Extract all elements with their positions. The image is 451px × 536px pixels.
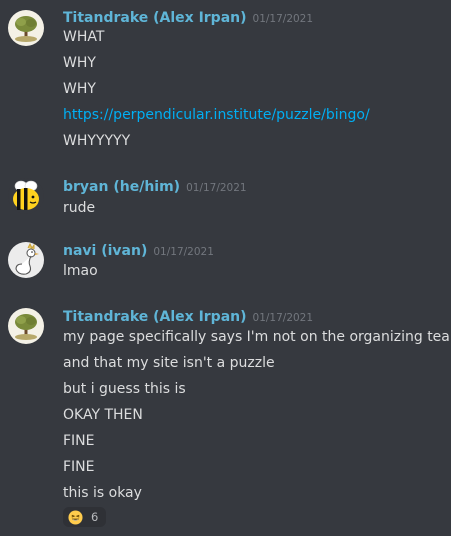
message-text: FINE (63, 433, 95, 449)
username[interactable]: Titandrake (Alex Irpan) (63, 309, 247, 325)
bee-icon (8, 178, 44, 214)
puzzle-link[interactable]: https://perpendicular.institute/puzzle/b… (63, 107, 370, 123)
message-text: and that my site isn't a puzzle (63, 355, 275, 371)
tree-icon (8, 10, 44, 46)
timestamp: 01/17/2021 (186, 182, 247, 194)
message-text: rude (63, 200, 96, 216)
message-group: Titandrake (Alex Irpan) 01/17/2021 WHAT W… (0, 6, 451, 154)
avatar[interactable] (8, 10, 44, 46)
message-group: Titandrake (Alex Irpan) 01/17/2021 my pag… (0, 305, 451, 530)
message-header: bryan (he/him) 01/17/2021 (63, 175, 247, 197)
timestamp: 01/17/2021 (252, 13, 314, 25)
message-group: navi (ivan) 01/17/2021 lmao (0, 239, 451, 287)
message-header: Titandrake (Alex Irpan) 01/17/2021 (63, 305, 313, 327)
message-text: FINE (63, 459, 95, 475)
username[interactable]: navi (ivan) (63, 243, 147, 259)
reaction-button[interactable]: 6 (63, 507, 106, 527)
message-text: WHAT (63, 29, 105, 45)
message-header: navi (ivan) 01/17/2021 (63, 239, 214, 261)
timestamp: 01/17/2021 (252, 312, 314, 324)
avatar[interactable] (8, 178, 44, 214)
message-link: https://perpendicular.institute/puzzle/b… (63, 104, 370, 126)
username[interactable]: Titandrake (Alex Irpan) (63, 10, 247, 26)
username[interactable]: bryan (he/him) (63, 179, 180, 195)
reaction-count: 6 (91, 510, 99, 524)
bird-icon (8, 242, 44, 278)
message-text: this is okay (63, 485, 142, 501)
message-header: Titandrake (Alex Irpan) 01/17/2021 (63, 6, 313, 28)
message-text: my page specifically says I'm not on the… (63, 329, 451, 345)
avatar[interactable] (8, 308, 44, 344)
message-text: WHYYYYY (63, 133, 131, 149)
tree-icon (8, 308, 44, 344)
message-text: OKAY THEN (63, 407, 143, 423)
message-text: lmao (63, 263, 98, 279)
message-group: bryan (he/him) 01/17/2021 rude (0, 175, 451, 223)
message-text: WHY (63, 55, 96, 71)
grinning-squinting-face-icon (68, 509, 83, 525)
timestamp: 01/17/2021 (153, 246, 214, 258)
message-text: but i guess this is (63, 381, 186, 397)
message-text: WHY (63, 81, 96, 97)
avatar[interactable] (8, 242, 44, 278)
